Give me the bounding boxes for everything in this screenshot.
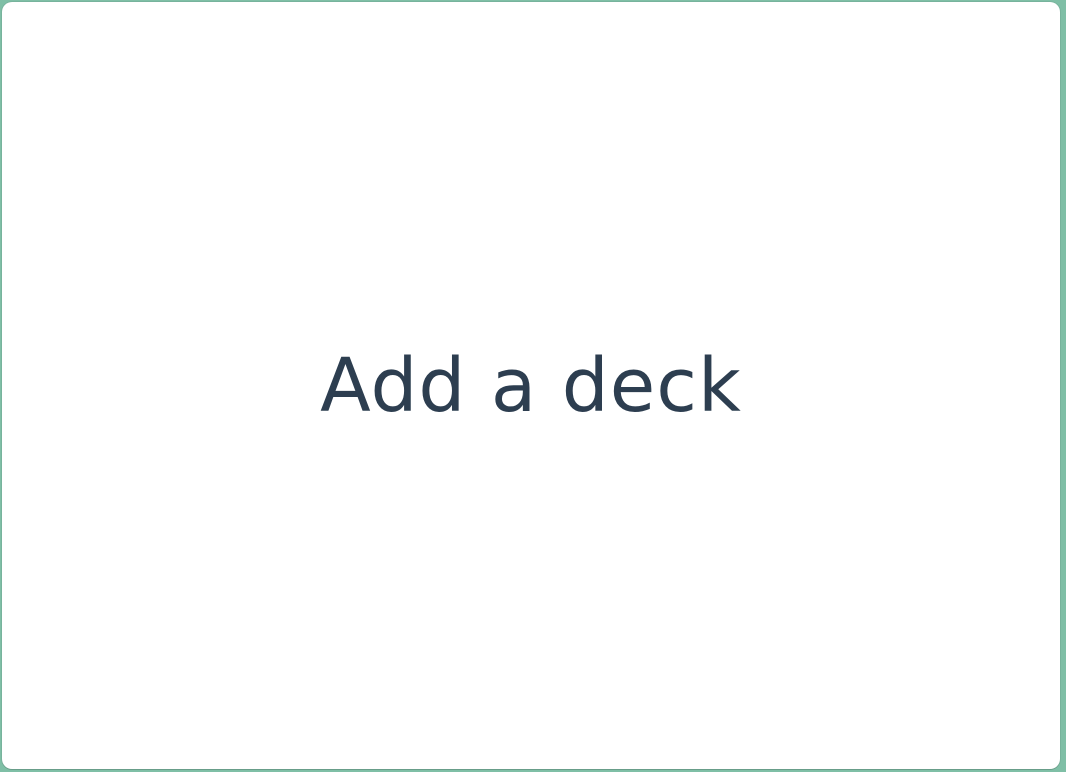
add-deck-label: Add a deck <box>320 342 742 429</box>
add-deck-card[interactable]: Add a deck <box>2 2 1060 769</box>
